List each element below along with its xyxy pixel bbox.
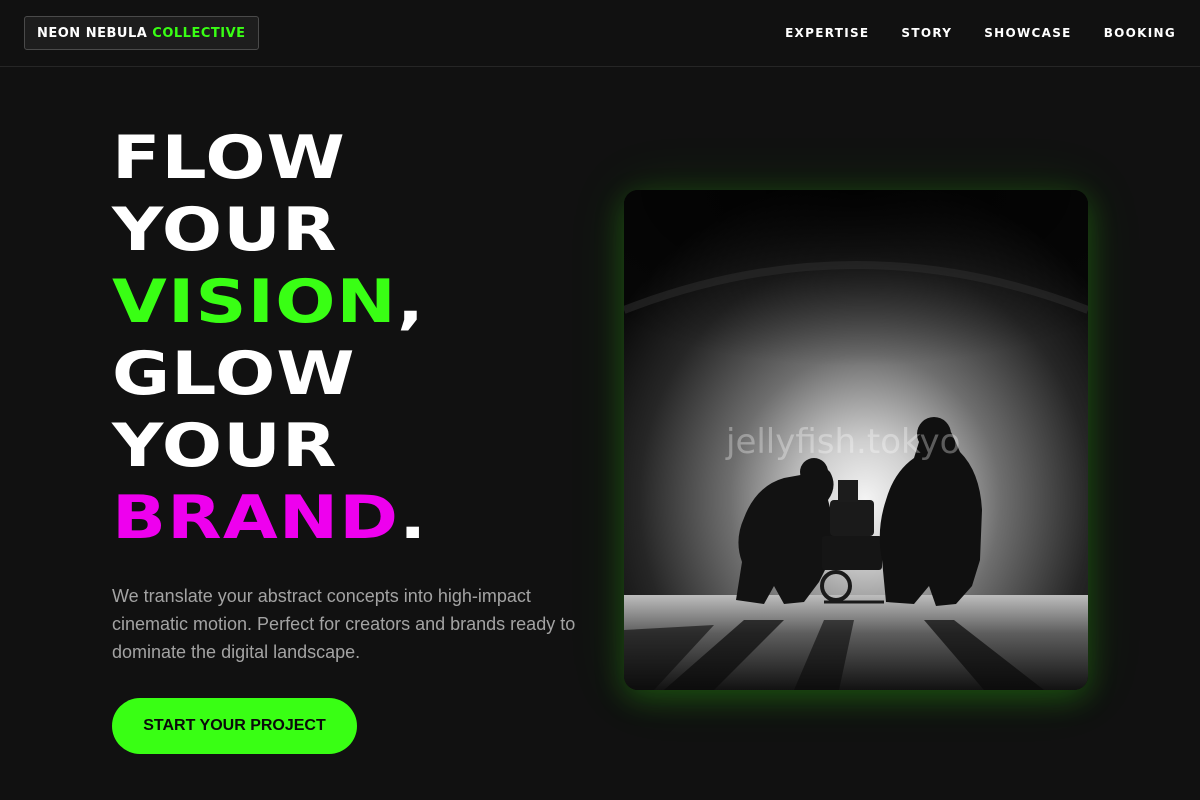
landing-page: NEON NEBULA COLLECTIVE EXPERTISE STORY S… [0, 0, 1200, 800]
brand-logo[interactable]: NEON NEBULA COLLECTIVE [24, 16, 259, 50]
headline-line-5: YOUR [112, 411, 338, 481]
brand-name-accent: COLLECTIVE [152, 25, 246, 41]
site-header: NEON NEBULA COLLECTIVE EXPERTISE STORY S… [0, 0, 1200, 67]
headline-period: . [399, 483, 428, 553]
headline-line-2: YOUR [112, 195, 338, 265]
headline-line-3: VISION, [112, 266, 427, 338]
headline-highlight-brand: BRAND [112, 483, 400, 553]
headline-line-1: FLOW [112, 123, 346, 193]
start-project-button[interactable]: START YOUR PROJECT [112, 698, 357, 754]
main-nav: EXPERTISE STORY SHOWCASE BOOKING [785, 0, 1176, 66]
headline-comma: , [397, 267, 426, 337]
brand-name-primary: NEON NEBULA [37, 25, 148, 41]
headline-highlight-vision: VISION [112, 267, 398, 337]
image-watermark: jellyfish.tokyo [726, 422, 961, 462]
nav-link-showcase[interactable]: SHOWCASE [984, 26, 1071, 40]
hero-headline: FLOW YOUR VISION, GLOW YOUR BRAND. [112, 122, 427, 554]
nav-link-expertise[interactable]: EXPERTISE [785, 26, 869, 40]
headline-line-4: GLOW [112, 339, 356, 409]
headline-line-6: BRAND. [112, 482, 427, 554]
hero-description: We translate your abstract concepts into… [112, 586, 576, 662]
hero-image-card: jellyfish.tokyo [624, 190, 1088, 690]
nav-link-booking[interactable]: BOOKING [1104, 26, 1176, 40]
nav-link-story[interactable]: STORY [901, 26, 952, 40]
